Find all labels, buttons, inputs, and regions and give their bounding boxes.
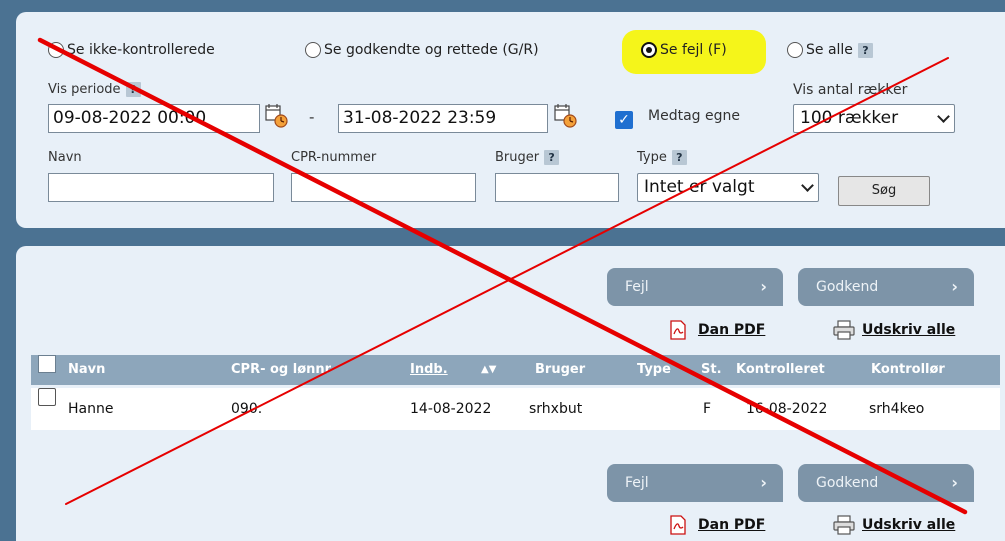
period-label-wrap: Vis periode ?	[48, 82, 141, 97]
cpr-label: CPR-nummer	[291, 150, 377, 165]
col-kontrollor[interactable]: Kontrollør	[871, 355, 945, 385]
chevron-right-icon: ›	[951, 277, 958, 296]
type-select-value: Intet er valgt	[644, 177, 755, 197]
date-separator: -	[309, 108, 315, 126]
cell-st: F	[703, 401, 712, 417]
chevron-right-icon: ›	[760, 473, 767, 492]
col-navn[interactable]: Navn	[68, 355, 105, 385]
godkend-button[interactable]: Godkend ›	[798, 268, 974, 306]
rows-select[interactable]: 100 rækker	[793, 104, 955, 133]
col-st[interactable]: St.	[701, 355, 722, 385]
type-label: Type	[637, 150, 667, 165]
pdf-icon	[670, 515, 686, 535]
fejl-button-bottom[interactable]: Fejl ›	[607, 464, 783, 502]
user-label-wrap: Bruger ?	[495, 150, 560, 165]
udskriv-alle-link-bottom[interactable]: Udskriv alle	[832, 515, 955, 535]
radio-circle[interactable]	[48, 42, 64, 58]
dan-pdf-link[interactable]: Dan PDF	[668, 320, 765, 340]
cell-kontrollor: srh4keo	[869, 401, 925, 417]
radio-circle[interactable]	[305, 42, 321, 58]
period-label: Vis periode	[48, 82, 121, 97]
col-type[interactable]: Type	[637, 355, 671, 385]
include-own-checkbox[interactable]: ✓	[615, 111, 633, 129]
cell-navn: Hanne	[68, 401, 114, 417]
cell-bruger: srhxbut	[529, 401, 583, 417]
sort-arrows-icon[interactable]: ▲▼	[481, 355, 496, 385]
dan-pdf-label: Dan PDF	[698, 322, 766, 338]
fejl-button-label: Fejl	[625, 475, 649, 491]
table-row[interactable]: Hanne 090. 14-08-2022 srhxbut F 16-08-20…	[31, 388, 1000, 430]
radio-se-alle[interactable]: Se alle ?	[787, 42, 873, 58]
udskriv-alle-link[interactable]: Udskriv alle	[832, 320, 955, 340]
pdf-icon	[670, 320, 686, 340]
godkend-button-bottom[interactable]: Godkend ›	[798, 464, 974, 502]
cell-indb: 14-08-2022	[410, 401, 492, 417]
calendar-clock-icon[interactable]	[554, 103, 578, 129]
radio-label: Se ikke-kontrollerede	[67, 42, 215, 58]
help-icon[interactable]: ?	[671, 150, 687, 165]
chevron-down-icon	[937, 110, 950, 123]
col-kontrolleret[interactable]: Kontrolleret	[736, 355, 825, 385]
col-indb[interactable]: Indb.	[410, 355, 448, 385]
radio-label: Se fejl (F)	[660, 42, 727, 58]
cell-cpr: 090.	[231, 401, 263, 417]
fejl-button[interactable]: Fejl ›	[607, 268, 783, 306]
radio-circle-selected[interactable]	[641, 42, 657, 58]
godkend-button-label: Godkend	[816, 279, 879, 295]
radio-se-godkendte[interactable]: Se godkendte og rettede (G/R)	[305, 42, 539, 58]
rows-label: Vis antal rækker	[793, 82, 908, 98]
name-label: Navn	[48, 150, 82, 165]
chevron-right-icon: ›	[760, 277, 767, 296]
cpr-input[interactable]	[291, 173, 476, 202]
col-bruger[interactable]: Bruger	[535, 355, 585, 385]
radio-se-fejl[interactable]: Se fejl (F)	[641, 42, 727, 58]
radio-se-ikke-kontrollerede[interactable]: Se ikke-kontrollerede	[48, 42, 215, 58]
search-button[interactable]: Søg	[838, 176, 930, 206]
godkend-button-label: Godkend	[816, 475, 879, 491]
printer-icon	[833, 320, 855, 340]
udskriv-alle-label: Udskriv alle	[862, 322, 956, 338]
radio-label: Se alle	[806, 42, 853, 58]
type-select[interactable]: Intet er valgt	[637, 173, 819, 202]
user-label: Bruger	[495, 150, 540, 165]
user-input[interactable]	[495, 173, 619, 202]
chevron-down-icon	[801, 179, 814, 192]
date-from-input[interactable]: 09-08-2022 00:00	[48, 104, 260, 133]
col-cpr[interactable]: CPR- og lønnr	[231, 355, 331, 385]
date-to-input[interactable]: 31-08-2022 23:59	[338, 104, 548, 133]
type-label-wrap: Type ?	[637, 150, 687, 165]
dan-pdf-link-bottom[interactable]: Dan PDF	[668, 515, 765, 535]
cell-kontrolleret: 16-08-2022	[746, 401, 828, 417]
dan-pdf-label: Dan PDF	[698, 517, 766, 533]
select-all-checkbox[interactable]	[38, 355, 56, 373]
printer-icon	[833, 515, 855, 535]
radio-label: Se godkendte og rettede (G/R)	[324, 42, 539, 58]
fejl-button-label: Fejl	[625, 279, 649, 295]
include-own-label: Medtag egne	[648, 108, 740, 124]
radio-circle[interactable]	[787, 42, 803, 58]
help-icon[interactable]: ?	[544, 150, 560, 165]
rows-select-value: 100 rækker	[800, 108, 899, 128]
table-header: Navn CPR- og lønnr Indb. ▲▼ Bruger Type …	[31, 355, 1000, 385]
udskriv-alle-label: Udskriv alle	[862, 517, 956, 533]
help-icon[interactable]: ?	[125, 82, 141, 97]
help-icon[interactable]: ?	[857, 42, 873, 58]
chevron-right-icon: ›	[951, 473, 958, 492]
name-input[interactable]	[48, 173, 274, 202]
row-checkbox[interactable]	[38, 388, 56, 406]
calendar-clock-icon[interactable]	[265, 103, 289, 129]
